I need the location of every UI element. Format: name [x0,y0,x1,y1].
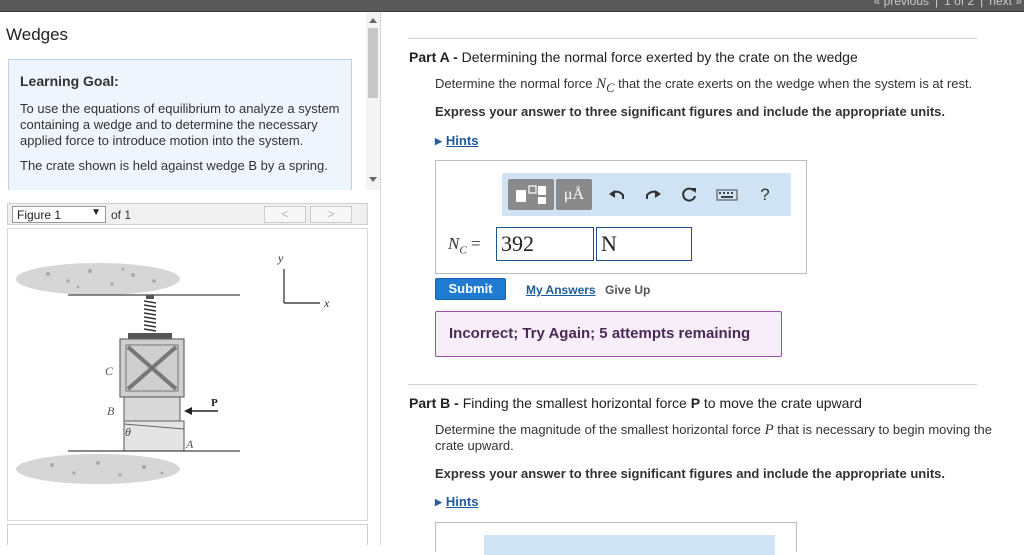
answer-unit-input[interactable]: N [596,227,692,261]
next-link[interactable]: next » [989,0,1022,8]
part-a-label: Part A - [409,49,458,65]
triangle-right-icon: ▶ [435,136,442,146]
learning-goal-text: To use the equations of equilibrium to a… [20,101,340,148]
nav-separator: | [935,0,939,8]
figure-select-value: Figure 1 [17,208,62,222]
part-b-hints-link[interactable]: ▶ Hints [435,494,478,509]
learning-goal-text-2: The crate shown is held against wedge B … [20,158,328,173]
label-c: C [105,364,114,378]
figure-select[interactable]: Figure 1 ▼ [12,206,106,223]
answer-variable-sub: C [459,244,467,257]
part-b-answer-box [435,522,797,555]
part-a-title: Part A - Determining the normal force ex… [409,49,858,65]
caret-down-icon: ▼ [91,207,101,218]
wedge-shape [123,420,185,452]
part-b-instruction: Express your answer to three significant… [435,466,945,481]
intro-scroll-area: Wedges Learning Goal: To use the equatio… [0,12,366,190]
part-b-label: Part B - [409,395,459,411]
learning-goal-title: Learning Goal: [20,73,119,89]
part-a-divider [408,38,977,39]
part-a-description: Determine the normal force NC that the c… [435,76,972,96]
ceiling-rock-shape [16,263,180,295]
x-axis-label: x [323,296,330,310]
equals-sign: = [470,234,481,253]
answer-variable-label: NC = [448,234,481,257]
part-a-answer-box: μÅ ? NC = 392 N [435,160,807,274]
templates-icon[interactable] [508,179,554,210]
y-axis-label: y [277,251,284,265]
submit-button[interactable]: Submit [435,278,506,300]
part-b-title-var: P [690,395,701,411]
math-toolbar: μÅ ? [502,173,791,216]
label-p: P [211,397,218,409]
part-b-hints-label: Hints [445,494,479,509]
left-panel: Wedges Learning Goal: To use the equatio… [0,12,381,545]
part-a-instruction: Express your answer to three significant… [435,104,945,119]
figure-toolbar: Figure 1 ▼ of 1 < > [7,203,368,225]
undo-icon[interactable] [606,179,628,210]
page-title: Wedges [6,25,69,44]
scroll-up-icon[interactable] [369,18,377,23]
redo-icon[interactable] [642,179,664,210]
part-b-title-text: Finding the smallest horizontal force [462,395,691,411]
part-a-hints-label: Hints [445,133,479,148]
part-b-desc-var: P [764,422,774,438]
figure-next-button[interactable]: > [310,206,352,223]
triangle-right-icon: ▶ [435,497,442,507]
figure-prev-button[interactable]: < [264,206,306,223]
page-indicator: 1 of 2 [944,0,975,8]
label-a: A [185,437,194,451]
part-a-desc-text-2: that the crate exerts on the wedge when … [614,76,973,91]
nav-separator: | [980,0,984,8]
units-button[interactable]: μÅ [556,179,592,210]
learning-goal-box: Learning Goal: To use the equations of e… [8,59,352,190]
my-answers-link[interactable]: My Answers [526,283,596,297]
figure-footer [7,524,368,545]
top-navigation: « previous | 1 of 2 | next » [874,0,1024,8]
answer-value-input[interactable]: 392 [496,227,594,261]
figure-area: y x C B θ A P [7,228,368,521]
part-a-desc-text: Determine the normal force [435,76,597,91]
intro-scrollbar[interactable] [366,12,380,190]
part-b-divider [408,384,977,385]
part-b-desc-text: Determine the magnitude of the smallest … [435,422,765,437]
previous-link[interactable]: « previous [874,0,929,8]
right-panel: Part A - Determining the normal force ex… [381,12,1024,555]
label-theta: θ [125,425,131,439]
part-b-title-text-2: to move the crate upward [700,395,862,411]
part-a-hints-link[interactable]: ▶ Hints [435,133,478,148]
part-b-description: Determine the magnitude of the smallest … [435,422,995,454]
wedge-figure: y x C B θ A P [16,251,330,484]
feedback-message: Incorrect; Try Again; 5 attempts remaini… [435,311,782,357]
scroll-down-icon[interactable] [369,177,377,182]
reset-icon[interactable] [678,179,700,210]
label-b: B [107,404,115,418]
part-a-title-text: Determining the normal force exerted by … [461,49,858,65]
scroll-thumb[interactable] [368,28,378,98]
ground-rock-shape [16,454,180,484]
math-toolbar-partial [484,535,775,555]
figure-count: of 1 [111,208,132,222]
keyboard-icon[interactable] [714,179,740,210]
top-bar: « previous | 1 of 2 | next » [0,0,1024,12]
part-b-title: Part B - Finding the smallest horizontal… [409,395,862,411]
help-icon[interactable]: ? [754,179,776,210]
part-a-desc-var: NC [596,76,615,95]
give-up-button[interactable]: Give Up [605,283,650,297]
